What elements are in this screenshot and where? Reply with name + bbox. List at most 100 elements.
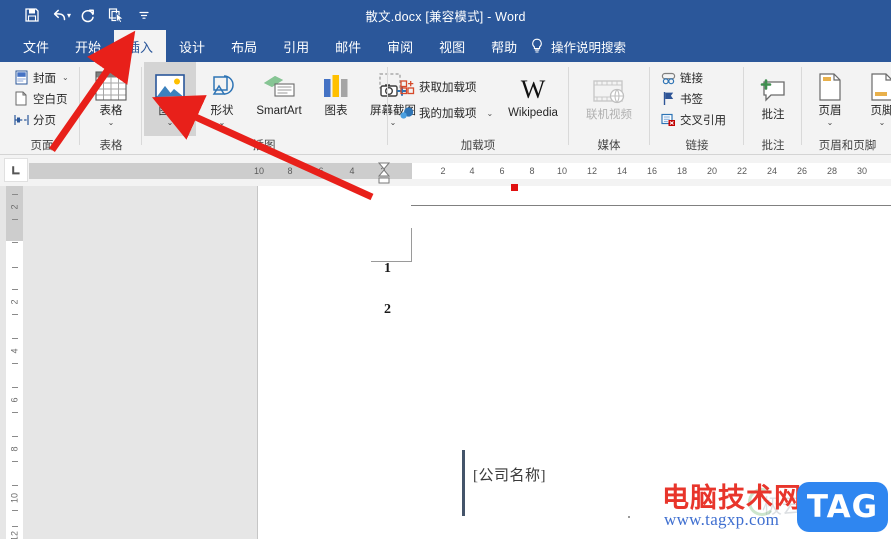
smartart-icon	[262, 66, 296, 102]
company-accent-bar	[462, 450, 465, 516]
chevron-down-icon[interactable]: ⌄	[108, 119, 115, 127]
ruler-num-6: 6	[499, 166, 505, 176]
ruler-num-30: 30	[856, 166, 867, 176]
header-button[interactable]: 页眉 ⌄	[804, 62, 856, 127]
cover-page-button[interactable]: 封面 ⌄	[10, 67, 72, 88]
group-label-comments: 批注	[761, 140, 785, 152]
vruler-tick	[12, 219, 18, 220]
tab-home[interactable]: 开始	[62, 30, 114, 62]
tab-layout[interactable]: 布局	[218, 30, 270, 62]
get-addins-button[interactable]: 获取加载项	[396, 74, 496, 100]
table-icon	[94, 66, 128, 102]
bookmark-label: 书签	[680, 93, 703, 106]
list-item: 1	[384, 261, 391, 276]
cover-page-icon	[13, 70, 29, 86]
smartart-button[interactable]: SmartArt	[248, 62, 310, 118]
ruler-num-4: 4	[469, 166, 475, 176]
document-page[interactable]: 1 2 [公司名称]	[257, 184, 891, 539]
table-button[interactable]: 表格 ⌄	[85, 62, 137, 127]
wikipedia-icon: W	[520, 75, 546, 104]
page-break-button[interactable]: 分页	[10, 109, 72, 130]
hanging-indent-marker[interactable]	[377, 166, 391, 177]
table-label: 表格	[99, 105, 123, 117]
group-label-header-footer: 页眉和页脚	[818, 140, 877, 152]
vruler-tick	[12, 387, 18, 388]
vruler-num-6: 6	[9, 397, 20, 403]
left-indent-marker[interactable]	[378, 173, 390, 187]
new-comment-icon	[758, 70, 788, 106]
header-icon	[817, 66, 843, 102]
vruler-num-2b: 2	[9, 299, 20, 305]
ruler-num-left-4: 4	[349, 166, 355, 176]
ruler-num-8: 8	[529, 166, 535, 176]
chevron-down-icon[interactable]: ⌄	[167, 119, 174, 127]
chevron-down-icon[interactable]: ⌄	[879, 119, 886, 127]
bookmark-button[interactable]: 书签	[657, 88, 729, 109]
chart-button[interactable]: 图表	[310, 62, 362, 118]
window-title: 散文.docx [兼容模式] - Word	[365, 9, 526, 24]
footer-icon	[869, 66, 891, 102]
cover-page-label: 封面	[33, 72, 56, 85]
ruler-num-2: 2	[440, 166, 446, 176]
first-line-indent-marker[interactable]	[377, 159, 391, 170]
tab-references[interactable]: 引用	[270, 30, 322, 62]
tab-view[interactable]: 视图	[426, 30, 478, 62]
ruler-num-18: 18	[676, 166, 687, 176]
chevron-down-icon[interactable]: ⌄	[487, 109, 494, 118]
online-video-button[interactable]: 联机视频	[576, 66, 642, 122]
footer-button[interactable]: 页脚 ⌄	[856, 62, 891, 127]
chevron-down-icon[interactable]: ⌄	[62, 73, 69, 82]
chevron-down-icon[interactable]: ⌄	[827, 119, 834, 127]
ribbon-group-table: 表格 ⌄ 表格	[82, 62, 140, 155]
ribbon-group-addins: 获取加载项 我的加载项 ⌄ W Wikipedia 加载项	[390, 62, 566, 155]
shapes-label: 形状	[210, 105, 234, 117]
pictures-icon	[154, 66, 186, 102]
ruler-num-left-8: 8	[287, 166, 293, 176]
word-window: ▾ 散文.docx [兼容模式] - Word 文件 开始 插入 设计 布局 引…	[0, 0, 891, 539]
footer-label: 页脚	[870, 105, 891, 117]
cross-reference-button[interactable]: 交叉引用	[657, 109, 729, 130]
vruler-tick	[12, 461, 18, 462]
group-label-addins: 加载项	[460, 140, 496, 152]
blank-page-button[interactable]: 空白页	[10, 88, 72, 109]
company-name-placeholder[interactable]: [公司名称]	[473, 464, 546, 485]
vruler-tick	[12, 412, 18, 413]
my-addins-button[interactable]: 我的加载项 ⌄	[396, 100, 496, 126]
page-break-label: 分页	[33, 114, 56, 127]
group-label-pages: 页面	[30, 140, 54, 152]
tab-help[interactable]: 帮助	[478, 30, 530, 62]
header-label: 页眉	[818, 105, 842, 117]
tab-mailings[interactable]: 邮件	[322, 30, 374, 62]
ribbon-group-links: 链接 书签 交叉引用 链接	[652, 62, 742, 155]
tell-me-search[interactable]: 操作说明搜索	[530, 30, 626, 62]
vruler-num-4: 4	[9, 348, 20, 354]
bookmark-icon	[660, 91, 676, 107]
blank-page-label: 空白页	[33, 93, 68, 106]
pictures-label: 图片	[158, 105, 182, 117]
pictures-button[interactable]: 图片 ⌄	[144, 62, 196, 136]
lightbulb-icon	[530, 38, 544, 54]
vertical-ruler[interactable]: 2 2 4 6 8 10 12	[0, 186, 29, 539]
new-comment-button[interactable]: 批注	[747, 66, 799, 122]
horizontal-ruler[interactable]: 10 8 6 4 2 2 4 6 8 10 12 14 16 18 20 22 …	[29, 163, 891, 179]
vruler-tick	[12, 363, 18, 364]
ribbon-tabs: 文件 开始 插入 设计 布局 引用 邮件 审阅 视图 帮助	[10, 30, 530, 62]
ruler-num-12: 12	[586, 166, 597, 176]
online-video-icon	[592, 70, 626, 106]
tab-stop-selector[interactable]	[4, 158, 28, 182]
tab-review[interactable]: 审阅	[374, 30, 426, 62]
tab-design[interactable]: 设计	[166, 30, 218, 62]
wikipedia-button[interactable]: W Wikipedia	[500, 70, 566, 120]
ribbon-group-media: 联机视频 媒体	[571, 62, 647, 155]
vruler-tick	[12, 436, 18, 437]
vruler-tick	[12, 314, 18, 315]
link-button[interactable]: 链接	[657, 67, 729, 88]
ruler-num-14: 14	[616, 166, 627, 176]
tab-insert[interactable]: 插入	[114, 30, 167, 62]
vruler-tick	[12, 289, 18, 290]
ruler-num-26: 26	[796, 166, 807, 176]
chevron-down-icon[interactable]: ⌄	[219, 119, 226, 127]
group-separator-6	[743, 67, 744, 145]
tab-file[interactable]: 文件	[10, 30, 62, 62]
shapes-button[interactable]: 形状 ⌄	[196, 62, 248, 127]
